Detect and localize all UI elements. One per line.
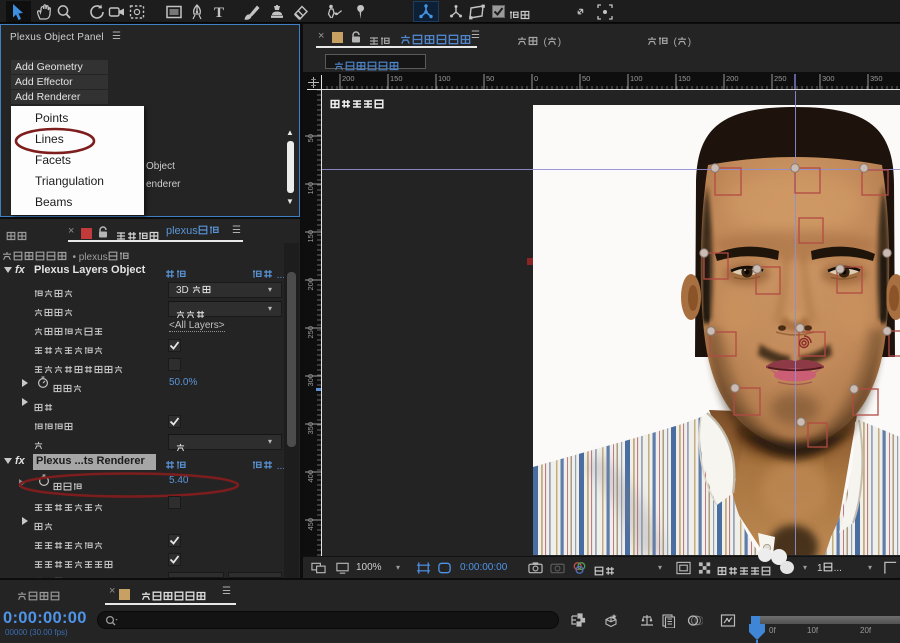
svg-text:200: 200 [342,74,355,83]
svg-text:50: 50 [582,74,590,83]
svg-text:150: 150 [390,74,403,83]
svg-text:250: 250 [774,74,787,83]
svg-text:100: 100 [630,74,643,83]
svg-text:300: 300 [306,374,315,387]
svg-text:200: 200 [306,278,315,291]
svg-text:0: 0 [534,74,538,83]
svg-text:350: 350 [306,422,315,435]
svg-text:50: 50 [306,134,315,142]
svg-text:100: 100 [438,74,451,83]
svg-text:300: 300 [822,74,835,83]
svg-text:150: 150 [678,74,691,83]
svg-text:250: 250 [306,326,315,339]
svg-text:T: T [214,5,224,21]
svg-text:450: 450 [306,518,315,531]
svg-text:100: 100 [306,182,315,195]
svg-text:50: 50 [486,74,494,83]
svg-text:150: 150 [306,230,315,243]
svg-text:400: 400 [306,470,315,483]
svg-text:200: 200 [726,74,739,83]
svg-text:350: 350 [870,74,883,83]
